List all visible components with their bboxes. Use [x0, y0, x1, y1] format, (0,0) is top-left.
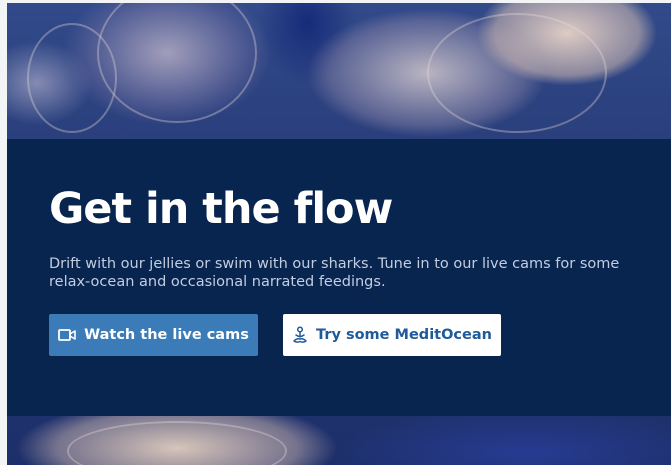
hero-description: Drift with our jellies or swim with our …	[49, 256, 620, 290]
content-panel: Get in the flow Drift with our jellies o…	[7, 139, 671, 416]
watch-live-cams-button[interactable]: Watch the live cams	[49, 314, 258, 356]
try-meditocean-label: Try some MeditOcean	[316, 327, 492, 343]
try-meditocean-button[interactable]: Try some MeditOcean	[283, 314, 501, 356]
hero-section: Get in the flow Drift with our jellies o…	[7, 3, 671, 465]
hero-headline: Get in the flow	[49, 184, 393, 234]
meditation-person-icon	[292, 326, 308, 344]
video-camera-icon	[58, 328, 76, 342]
hero-actions: Watch the live cams Try some MeditOcean	[49, 314, 629, 356]
watch-live-cams-label: Watch the live cams	[84, 327, 249, 343]
